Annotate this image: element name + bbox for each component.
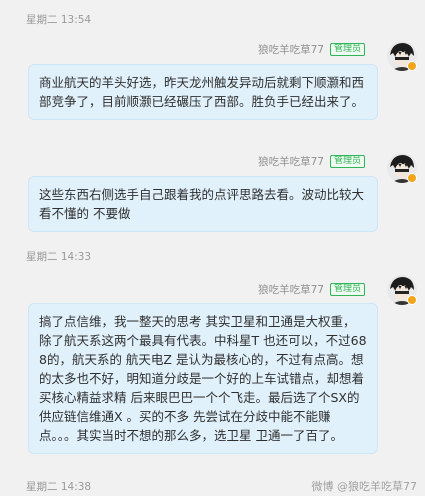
timestamp: 星期二 13:54 (26, 14, 92, 26)
timestamp: 星期二 14:38 (26, 481, 92, 493)
admin-badge: 管理员 (329, 282, 365, 296)
verified-badge-icon (407, 61, 417, 71)
message-bubble[interactable]: 搞了点信维，我一整天的思考 其实卫星和卫通是大权重，除了航天系这两个最具有代表。… (28, 303, 378, 454)
sender-line: 狼吃羊吃草77 管理员 (258, 42, 365, 56)
watermark: 微博 @狼吃羊吃草77 (311, 480, 418, 493)
avatar[interactable] (387, 153, 417, 183)
sender-line: 狼吃羊吃草77 管理员 (258, 154, 365, 168)
message-text: 这些东西右侧选手自己跟着我的点评思路去看。波动比较大 看不懂的 不要做 (39, 187, 365, 221)
sender-name[interactable]: 狼吃羊吃草77 (258, 42, 324, 57)
timestamp: 星期二 14:33 (26, 251, 92, 263)
verified-badge-icon (407, 173, 417, 183)
avatar[interactable] (387, 275, 417, 305)
admin-badge: 管理员 (329, 154, 365, 168)
message-bubble[interactable]: 这些东西右侧选手自己跟着我的点评思路去看。波动比较大 看不懂的 不要做 (28, 176, 378, 232)
sender-line: 狼吃羊吃草77 管理员 (258, 282, 365, 296)
admin-badge: 管理员 (329, 42, 365, 56)
sender-name[interactable]: 狼吃羊吃草77 (258, 154, 324, 169)
message-text: 搞了点信维，我一整天的思考 其实卫星和卫通是大权重，除了航天系这两个最具有代表。… (39, 314, 367, 443)
message-text: 商业航天的羊头好选，昨天龙州触发异动后就剩下顺灏和西部竞争了，目前顺灏已经碾压了… (39, 75, 365, 109)
chat-view: 星期二 13:54 狼吃羊吃草77 管理员 商业航天的羊头好选，昨天龙州触发异动… (0, 0, 425, 496)
avatar[interactable] (387, 41, 417, 71)
sender-name[interactable]: 狼吃羊吃草77 (258, 282, 324, 297)
message-bubble[interactable]: 商业航天的羊头好选，昨天龙州触发异动后就剩下顺灏和西部竞争了，目前顺灏已经碾压了… (28, 64, 378, 120)
verified-badge-icon (407, 295, 417, 305)
